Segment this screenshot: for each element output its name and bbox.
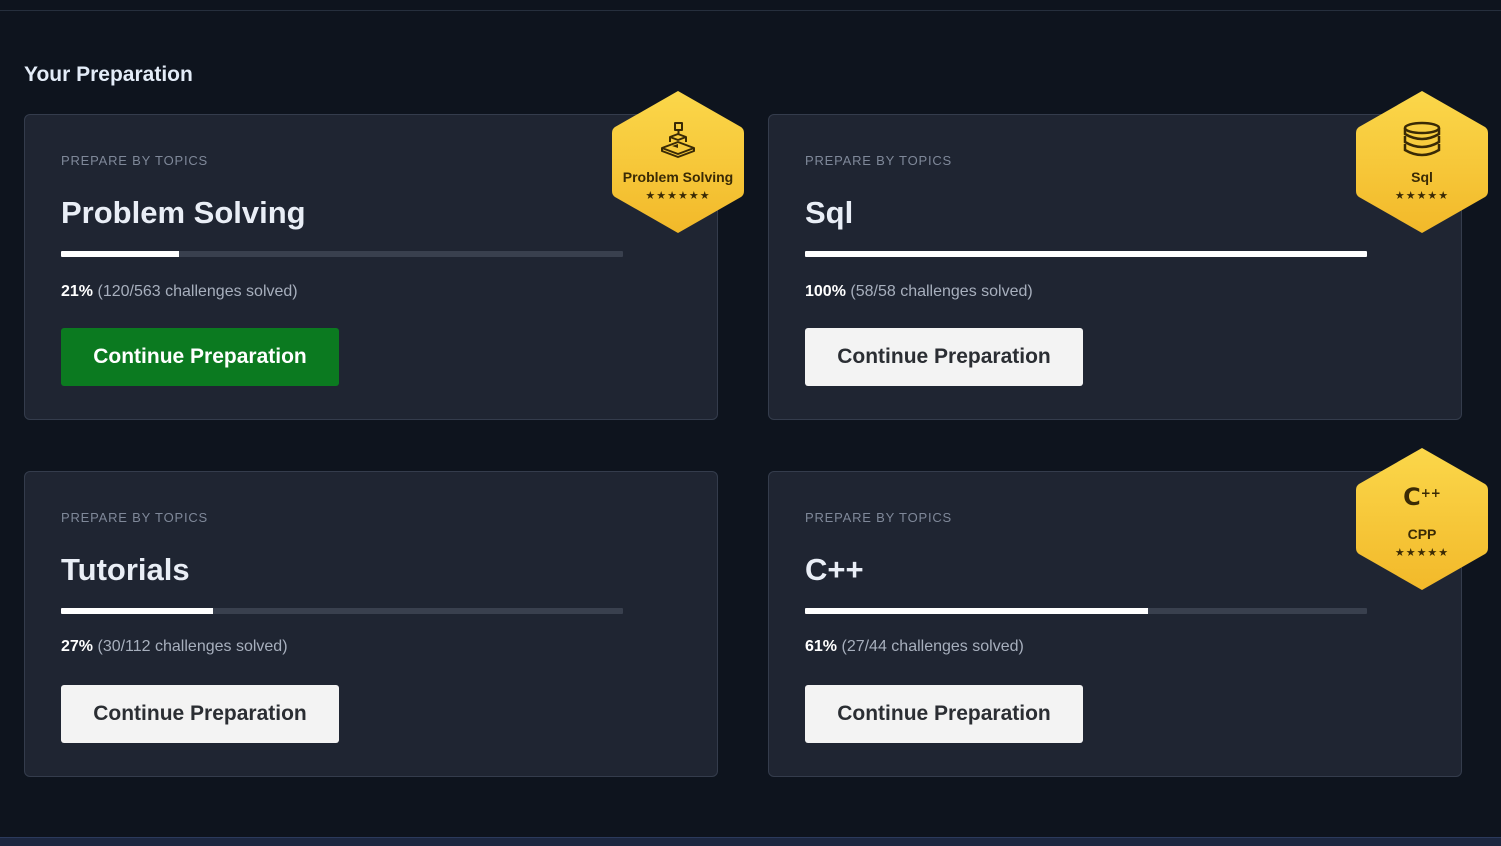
top-divider — [0, 10, 1501, 11]
challenges-solved: (58/58 challenges solved) — [850, 283, 1033, 300]
continue-preparation-button[interactable]: Continue Preparation — [61, 328, 339, 386]
badge-problem-solving[interactable]: Problem Solving ★★★★★★ — [611, 89, 745, 235]
database-icon — [1355, 119, 1489, 161]
card-eyebrow: PREPARE BY TOPICS — [61, 510, 209, 525]
progress-bar — [805, 608, 1367, 614]
card-title[interactable]: C++ — [805, 550, 864, 590]
progress-bar — [61, 608, 623, 614]
progress-bar-fill — [805, 608, 1148, 614]
progress-bar-fill — [61, 251, 180, 257]
puzzle-blocks-icon — [611, 119, 745, 161]
badge-cpp[interactable]: C++ CPP ★★★★★ — [1355, 446, 1489, 592]
progress-bar — [805, 251, 1367, 257]
progress-bar-fill — [61, 608, 213, 614]
progress-summary: 27% (30/112 challenges solved) — [61, 638, 288, 656]
continue-preparation-button[interactable]: Continue Preparation — [805, 328, 1083, 386]
card-title[interactable]: Sql — [805, 193, 853, 233]
progress-bar-fill — [805, 251, 1367, 257]
progress-bar — [61, 251, 623, 257]
progress-percent: 27% — [61, 638, 94, 655]
progress-summary: 100% (58/58 challenges solved) — [805, 283, 1033, 301]
continue-preparation-button[interactable]: Continue Preparation — [61, 685, 339, 743]
challenges-solved: (30/112 challenges solved) — [97, 638, 288, 655]
card-title[interactable]: Problem Solving — [61, 193, 306, 233]
badge-stars: ★★★★★ — [1394, 547, 1450, 559]
challenges-solved: (27/44 challenges solved) — [841, 638, 1024, 655]
hexagon-badge-shape — [1356, 91, 1488, 233]
progress-summary: 61% (27/44 challenges solved) — [805, 638, 1024, 656]
section-title: Your Preparation — [24, 63, 193, 86]
continue-preparation-button[interactable]: Continue Preparation — [805, 685, 1083, 743]
prep-card-tutorials: PREPARE BY TOPICS Tutorials 27% (30/112 … — [24, 471, 718, 777]
card-eyebrow: PREPARE BY TOPICS — [61, 153, 209, 168]
card-title[interactable]: Tutorials — [61, 550, 190, 590]
cpp-logo-icon: C++ — [1403, 483, 1441, 511]
badge-stars: ★★★★★ — [1394, 190, 1450, 202]
badge-stars: ★★★★★★ — [645, 190, 711, 202]
badge-label: Sql — [1411, 169, 1433, 185]
badge-label: CPP — [1407, 526, 1437, 542]
hexagon-badge-shape — [612, 91, 744, 233]
card-eyebrow: PREPARE BY TOPICS — [805, 510, 953, 525]
progress-percent: 100% — [805, 283, 846, 300]
card-eyebrow: PREPARE BY TOPICS — [805, 153, 953, 168]
badge-label: Problem Solving — [622, 169, 734, 185]
progress-summary: 21% (120/563 challenges solved) — [61, 283, 298, 301]
progress-percent: 61% — [805, 638, 838, 655]
badge-sql[interactable]: Sql ★★★★★ — [1355, 89, 1489, 235]
challenges-solved: (120/563 challenges solved) — [97, 283, 298, 300]
hexagon-badge-shape — [1356, 448, 1488, 590]
progress-percent: 21% — [61, 283, 94, 300]
